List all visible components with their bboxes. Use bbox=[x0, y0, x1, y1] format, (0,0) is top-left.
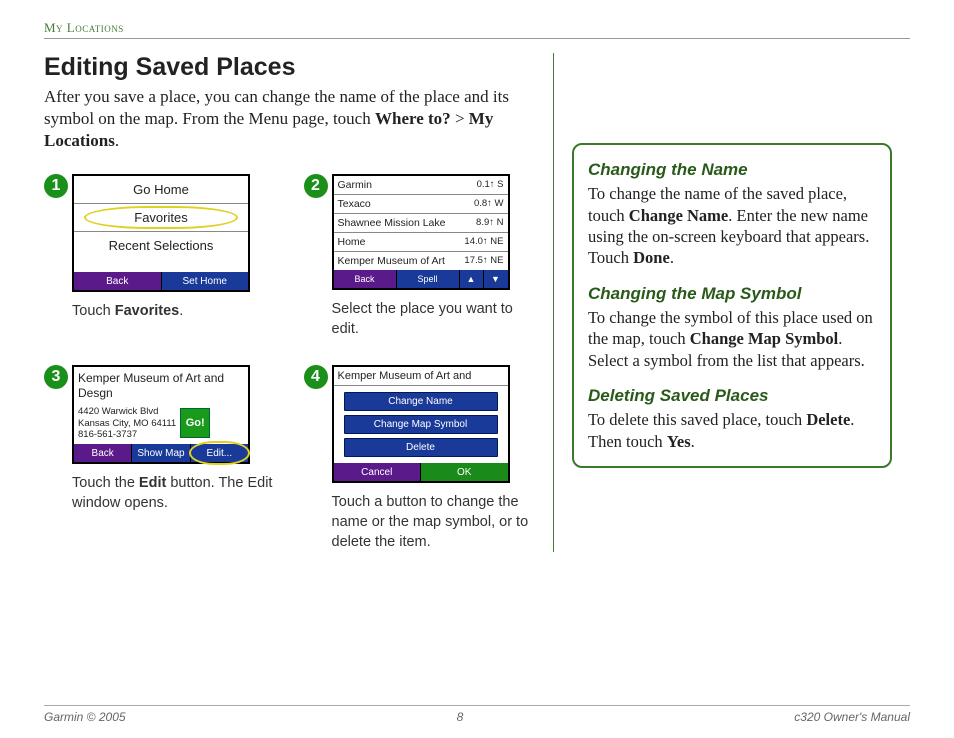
step-1: 1 Go Home Favorites Recent Selections Ba… bbox=[44, 174, 276, 339]
back-button[interactable]: Back bbox=[334, 270, 397, 288]
step-2: 2 Garmin0.1↑ S Texaco0.8↑ W Shawnee Miss… bbox=[304, 174, 536, 339]
edit-button[interactable]: Edit... bbox=[191, 444, 248, 462]
menu-go-home[interactable]: Go Home bbox=[74, 176, 248, 204]
change-name-button[interactable]: Change Name bbox=[344, 392, 498, 411]
ok-button[interactable]: OK bbox=[421, 463, 508, 481]
tip-text: To delete this saved place, touch Delete… bbox=[588, 409, 876, 452]
steps-grid: 1 Go Home Favorites Recent Selections Ba… bbox=[44, 174, 535, 552]
tip-heading-delete: Deleting Saved Places bbox=[588, 385, 876, 407]
delete-button[interactable]: Delete bbox=[344, 438, 498, 457]
step-1-caption: Touch Favorites. bbox=[72, 302, 276, 322]
screen-place-detail: Kemper Museum of Art and Desgn 4420 Warw… bbox=[72, 365, 250, 464]
step-3: 3 Kemper Museum of Art and Desgn 4420 Wa… bbox=[44, 365, 276, 552]
edit-dialog-title: Kemper Museum of Art and bbox=[334, 367, 508, 386]
sidebar-column: Changing the Name To change the name of … bbox=[572, 53, 892, 552]
set-home-button[interactable]: Set Home bbox=[162, 272, 249, 290]
scroll-down-icon[interactable]: ▼ bbox=[484, 270, 508, 288]
main-column: Editing Saved Places After you save a pl… bbox=[44, 53, 554, 552]
page-footer: Garmin © 2005 8 c320 Owner's Manual bbox=[44, 705, 910, 724]
list-item[interactable]: Shawnee Mission Lake8.9↑ N bbox=[334, 214, 508, 233]
step-4: 4 Kemper Museum of Art and Change Name C… bbox=[304, 365, 536, 552]
list-item[interactable]: Garmin0.1↑ S bbox=[334, 176, 508, 195]
tip-text: To change the name of the saved place, t… bbox=[588, 183, 876, 269]
scroll-up-icon[interactable]: ▲ bbox=[460, 270, 484, 288]
tip-text: To change the symbol of this place used … bbox=[588, 307, 876, 371]
show-map-button[interactable]: Show Map bbox=[132, 444, 190, 462]
footer-copyright: Garmin © 2005 bbox=[44, 710, 126, 724]
tip-heading-change-name: Changing the Name bbox=[588, 159, 876, 181]
step-badge-1: 1 bbox=[44, 174, 68, 198]
intro-end: . bbox=[115, 131, 119, 150]
go-button[interactable]: Go! bbox=[180, 408, 210, 438]
step-2-caption: Select the place you want to edit. bbox=[332, 300, 536, 339]
tip-heading-change-symbol: Changing the Map Symbol bbox=[588, 283, 876, 305]
place-title: Kemper Museum of Art and Desgn bbox=[74, 367, 248, 400]
intro-paragraph: After you save a place, you can change t… bbox=[44, 86, 535, 152]
step-badge-3: 3 bbox=[44, 365, 68, 389]
intro-sep: > bbox=[451, 109, 469, 128]
screen-places-list: Garmin0.1↑ S Texaco0.8↑ W Shawnee Missio… bbox=[332, 174, 510, 290]
spell-button[interactable]: Spell bbox=[397, 270, 460, 288]
back-button[interactable]: Back bbox=[74, 272, 162, 290]
footer-manual-name: c320 Owner's Manual bbox=[794, 710, 910, 724]
menu-recent-selections[interactable]: Recent Selections bbox=[74, 232, 248, 259]
list-item[interactable]: Home14.0↑ NE bbox=[334, 233, 508, 252]
list-item[interactable]: Kemper Museum of Art17.5↑ NE bbox=[334, 252, 508, 270]
step-4-caption: Touch a button to change the name or the… bbox=[332, 493, 536, 552]
tips-box: Changing the Name To change the name of … bbox=[572, 143, 892, 468]
menu-favorites[interactable]: Favorites bbox=[74, 204, 248, 232]
page-columns: Editing Saved Places After you save a pl… bbox=[44, 53, 910, 552]
step-3-caption: Touch the Edit button. The Edit window o… bbox=[72, 474, 276, 513]
screen-edit-dialog: Kemper Museum of Art and Change Name Cha… bbox=[332, 365, 510, 483]
step-badge-4: 4 bbox=[304, 365, 328, 389]
place-address: 4420 Warwick Blvd Kansas City, MO 64111 … bbox=[78, 406, 176, 440]
section-header: My Locations bbox=[44, 20, 910, 39]
back-button[interactable]: Back bbox=[74, 444, 132, 462]
step-badge-2: 2 bbox=[304, 174, 328, 198]
list-item[interactable]: Texaco0.8↑ W bbox=[334, 195, 508, 214]
page-title: Editing Saved Places bbox=[44, 53, 535, 82]
cancel-button[interactable]: Cancel bbox=[334, 463, 422, 481]
screen-favorites-menu: Go Home Favorites Recent Selections Back… bbox=[72, 174, 250, 292]
change-map-symbol-button[interactable]: Change Map Symbol bbox=[344, 415, 498, 434]
intro-where-to: Where to? bbox=[375, 109, 451, 128]
footer-page-number: 8 bbox=[457, 710, 464, 724]
